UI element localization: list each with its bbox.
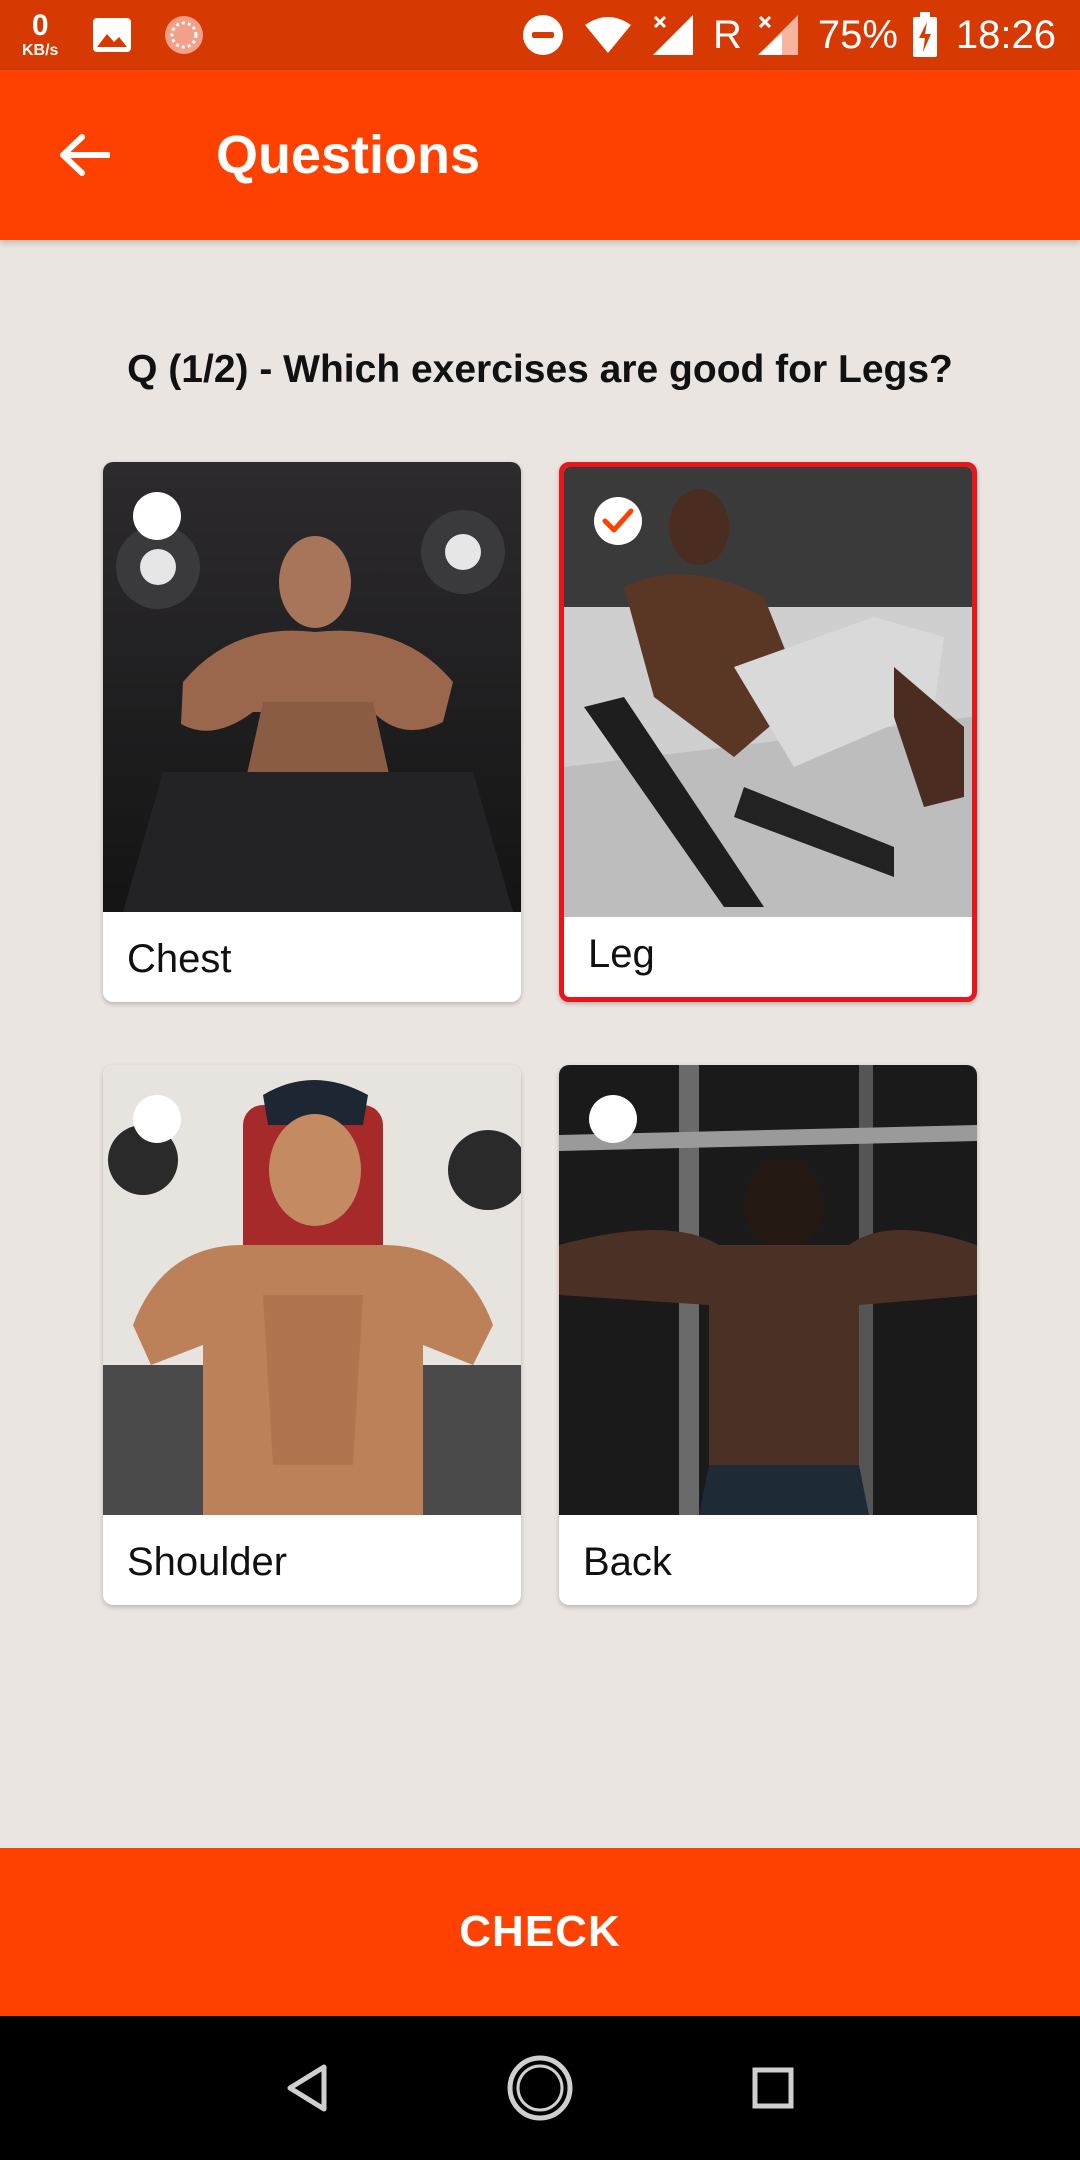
navigation-bar	[0, 2016, 1080, 2160]
speed-value: 0	[31, 9, 49, 42]
signal-icon	[651, 13, 695, 57]
radio-button[interactable]	[133, 492, 181, 540]
option-label: Chest	[127, 937, 232, 981]
signal-icon	[756, 13, 800, 57]
option-card-back[interactable]: Back	[559, 1065, 977, 1605]
image-icon	[92, 17, 132, 53]
loader-icon	[162, 13, 206, 57]
option-card-leg[interactable]: Leg	[559, 462, 977, 1002]
status-right: R 75% 18:26	[521, 12, 1056, 58]
nav-back-button[interactable]	[262, 2043, 352, 2133]
option-label: Shoulder	[127, 1540, 288, 1584]
option-card-chest[interactable]: Chest	[103, 462, 521, 1002]
back-button[interactable]	[34, 105, 134, 205]
option-card-shoulder[interactable]: Shoulder	[103, 1065, 521, 1605]
wifi-icon	[583, 15, 633, 55]
speed-unit: KB/s	[22, 42, 59, 59]
arrow-left-icon	[60, 134, 110, 176]
page-title: Questions	[216, 125, 481, 185]
app-bar: Questions	[0, 70, 1080, 240]
recents-square-icon	[752, 2067, 794, 2109]
battery-percent: 75%	[817, 12, 898, 57]
radio-button[interactable]	[589, 1095, 637, 1143]
network-speed: 0 KB/s	[22, 11, 58, 59]
radio-button[interactable]	[133, 1095, 181, 1143]
status-bar: 0 KB/s R 75% 18:26	[0, 0, 1080, 70]
checkmark-icon	[602, 508, 634, 533]
question-text: Q (1/2) - Which exercises are good for L…	[127, 348, 953, 391]
nav-recents-button[interactable]	[728, 2043, 818, 2133]
home-circle-icon	[507, 2055, 573, 2121]
roaming-indicator: R	[712, 12, 742, 57]
battery-charging-icon	[912, 12, 938, 58]
clock: 18:26	[955, 12, 1056, 57]
dnd-icon	[521, 13, 565, 57]
nav-home-button[interactable]	[495, 2043, 585, 2133]
check-button[interactable]: CHECK	[0, 1848, 1080, 2016]
radio-checked[interactable]	[594, 497, 642, 545]
status-left: 0 KB/s	[22, 11, 236, 59]
option-label: Leg	[588, 932, 655, 976]
back-triangle-icon	[287, 2064, 327, 2112]
option-label: Back	[583, 1540, 672, 1584]
